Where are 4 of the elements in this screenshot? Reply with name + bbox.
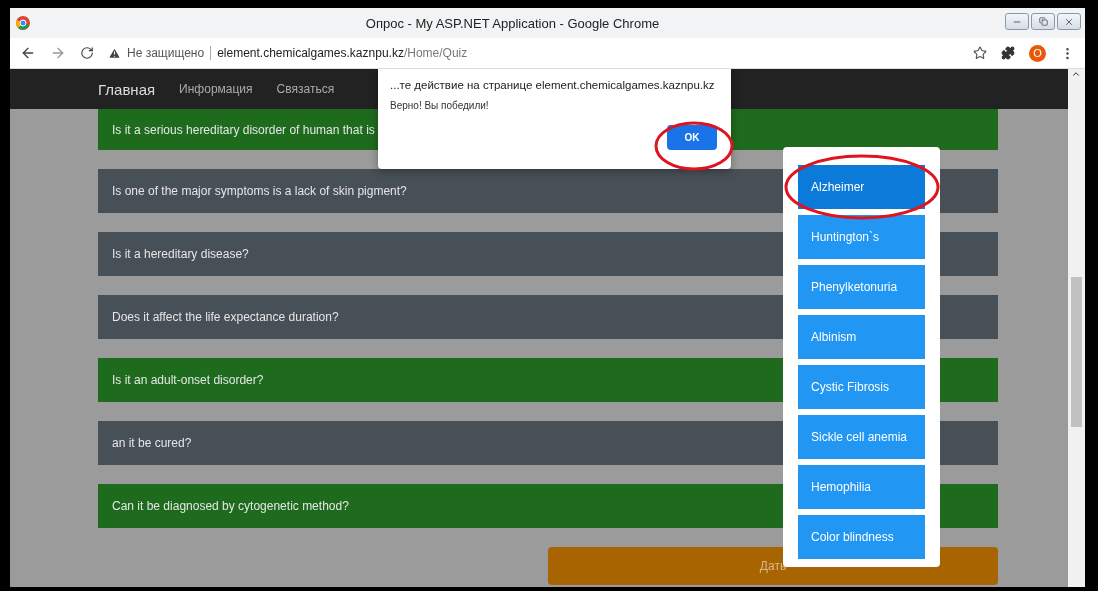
- dialog-message: Верно! Вы победили!: [390, 100, 490, 111]
- dialog-title: ...те действие на странице element.chemicalgames.kaznpu.kz: [390, 79, 716, 91]
- window-title: Опрос - My ASP.NET Application - Google Chrome: [364, 15, 661, 31]
- security-label: Не защищено: [127, 46, 205, 60]
